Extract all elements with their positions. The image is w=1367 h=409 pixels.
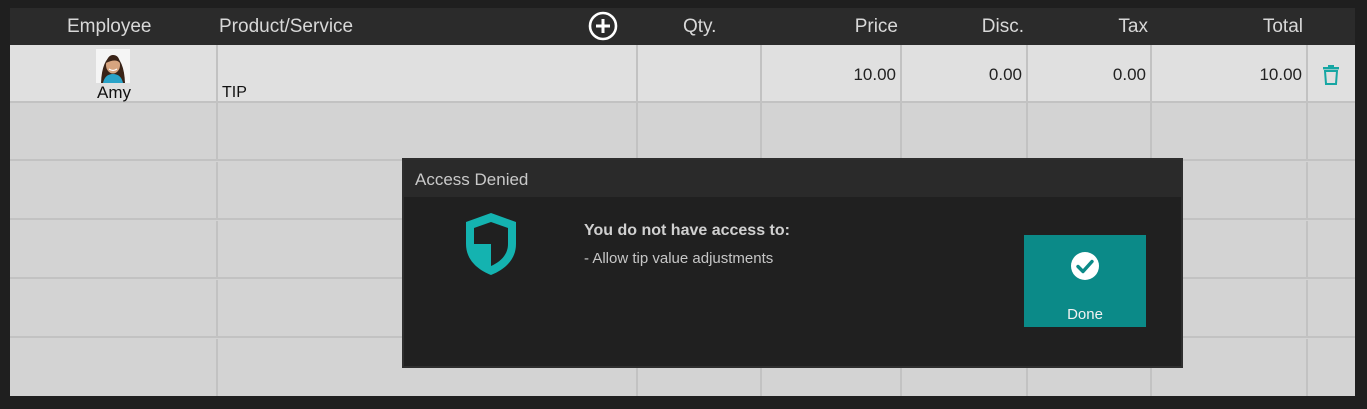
- tax-cell: [1028, 103, 1152, 159]
- employee-name: Amy: [97, 83, 131, 102]
- action-cell: [1308, 45, 1355, 101]
- column-header-employee: Employee: [67, 16, 152, 37]
- action-cell: [1308, 162, 1355, 218]
- dialog-message-heading: You do not have access to:: [584, 222, 790, 239]
- plus-circle-icon[interactable]: [588, 11, 618, 41]
- shield-icon: [466, 213, 516, 275]
- employee-cell: [10, 280, 218, 336]
- column-header-product: Product/Service: [219, 16, 354, 37]
- table-row[interactable]: [10, 103, 1355, 161]
- tax-cell[interactable]: 0.00: [1028, 45, 1152, 101]
- total-value: 10.00: [1259, 65, 1302, 84]
- total-cell: [1152, 103, 1308, 159]
- employee-cell[interactable]: Amy: [10, 45, 218, 102]
- done-button[interactable]: Done: [1024, 235, 1146, 327]
- table-header: Employee Product/Service Qty. Price Disc…: [10, 8, 1355, 45]
- app-frame: Employee Product/Service Qty. Price Disc…: [0, 0, 1367, 409]
- done-button-label: Done: [1067, 306, 1103, 323]
- dialog-message-item: - Allow tip value adjustments: [584, 250, 774, 267]
- qty-cell: [638, 103, 762, 159]
- price-value: 10.00: [853, 65, 896, 84]
- tax-value: 0.00: [1112, 65, 1146, 84]
- action-cell: [1308, 103, 1355, 159]
- column-header-tax: Tax: [1118, 16, 1148, 37]
- employee-cell: [10, 339, 218, 396]
- avatar: [96, 49, 130, 83]
- dialog-title: Access Denied: [415, 170, 529, 189]
- product-cell: [218, 103, 638, 159]
- column-header-disc: Disc.: [981, 16, 1024, 37]
- qty-cell[interactable]: [638, 45, 762, 101]
- total-cell: 10.00: [1152, 45, 1308, 101]
- action-cell: [1308, 339, 1355, 396]
- product-name: TIP: [222, 84, 247, 101]
- trash-icon[interactable]: [1322, 65, 1340, 85]
- column-header-total: Total: [1262, 16, 1303, 37]
- product-cell[interactable]: TIP: [218, 45, 638, 101]
- employee-cell: [10, 162, 218, 218]
- action-cell: [1308, 280, 1355, 336]
- dialog-title-bar: Access Denied: [404, 160, 1181, 197]
- action-cell: [1308, 221, 1355, 277]
- table-row[interactable]: Amy TIP 10.00 0.00 0.00 10.00: [10, 45, 1355, 103]
- disc-value: 0.00: [988, 65, 1022, 84]
- check-circle-icon: [1071, 252, 1099, 280]
- price-cell: [762, 103, 902, 159]
- access-denied-dialog: Access Denied You do not have access to:…: [402, 158, 1183, 368]
- employee-cell: [10, 103, 218, 159]
- disc-cell[interactable]: 0.00: [902, 45, 1028, 101]
- price-cell[interactable]: 10.00: [762, 45, 902, 101]
- column-header-price: Price: [854, 16, 898, 37]
- employee-cell: [10, 221, 218, 277]
- disc-cell: [902, 103, 1028, 159]
- column-header-qty: Qty.: [683, 16, 717, 37]
